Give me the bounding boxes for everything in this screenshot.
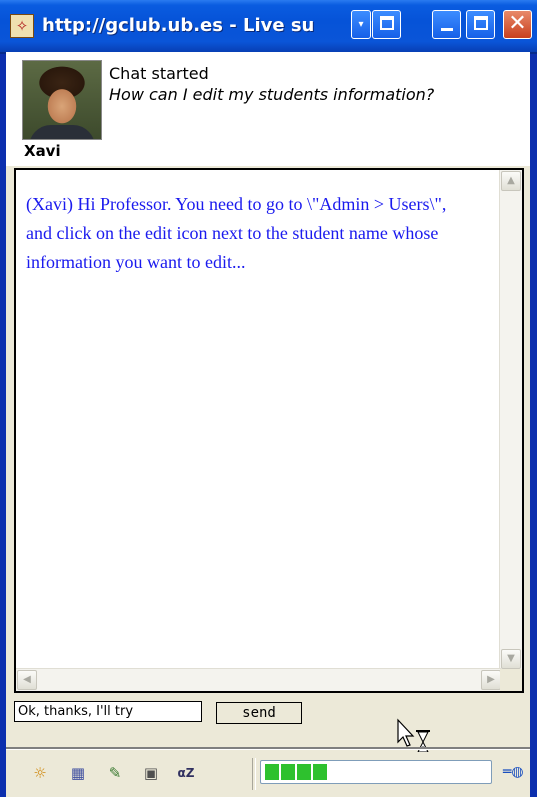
restore-button[interactable] [372,10,401,39]
minimize-icon [440,28,453,31]
chat-message: (Xavi) Hi Professor. You need to go to \… [26,194,447,272]
vertical-scrollbar[interactable]: ▲ ▼ [499,170,522,670]
scroll-down-icon[interactable]: ▼ [501,649,521,669]
avatar-shoulders [29,125,95,139]
meter-segment [297,764,311,780]
text-size-icon[interactable]: αZ [174,762,198,784]
toolbar-separator [252,758,256,790]
title-bar[interactable]: ✧ http://gclub.ub.es - Live su ▾ ✕ [0,0,537,54]
send-button[interactable]: send [216,702,302,724]
minimize-button[interactable] [432,10,461,39]
scroll-up-icon[interactable]: ▲ [501,171,521,191]
meter-segment [313,764,327,780]
toolbar-divider [6,747,530,750]
scroll-left-icon[interactable]: ◀ [17,670,37,690]
scroll-corner [500,669,522,691]
chat-status: Chat started [109,64,209,83]
message-input[interactable]: Ok, thanks, I'll try [14,701,202,722]
scroll-right-icon[interactable]: ▶ [481,670,501,690]
chat-window: ✧ http://gclub.ub.es - Live su ▾ ✕ Xavi … [0,0,537,797]
connection-meter [260,760,492,784]
window-title: http://gclub.ub.es - Live su [42,15,315,36]
window-menu-button[interactable]: ▾ [351,10,371,39]
chat-header: Xavi Chat started How can I edit my stud… [6,52,530,166]
agent-name: Xavi [24,142,61,160]
close-button[interactable]: ✕ [503,10,532,39]
volume-slider-icon[interactable]: ═◍ [503,764,530,782]
app-icon[interactable]: ✧ [10,14,34,38]
chat-transcript[interactable]: (Xavi) Hi Professor. You need to go to \… [14,168,524,693]
meter-segment [265,764,279,780]
maximize-button[interactable] [466,10,495,39]
bottom-toolbar: ☼ ▦ ✎ ▣ αZ ═◍ [6,752,530,797]
horizontal-scrollbar[interactable]: ◀ ▶ [16,668,502,691]
close-icon: ✕ [508,11,527,36]
chat-question: How can I edit my students information? [109,85,435,104]
maximize-icon [473,16,488,30]
keyboard-icon[interactable]: ▦ [66,762,90,784]
client-area: Xavi Chat started How can I edit my stud… [6,52,530,797]
window-box-icon [379,16,394,30]
pen-icon[interactable]: ✎ [103,762,127,784]
agent-avatar [22,60,102,140]
meter-segment [281,764,295,780]
dropdown-arrow-icon: ▾ [358,19,364,30]
smiley-icon[interactable]: ☼ [28,762,52,784]
card-icon[interactable]: ▣ [139,762,163,784]
